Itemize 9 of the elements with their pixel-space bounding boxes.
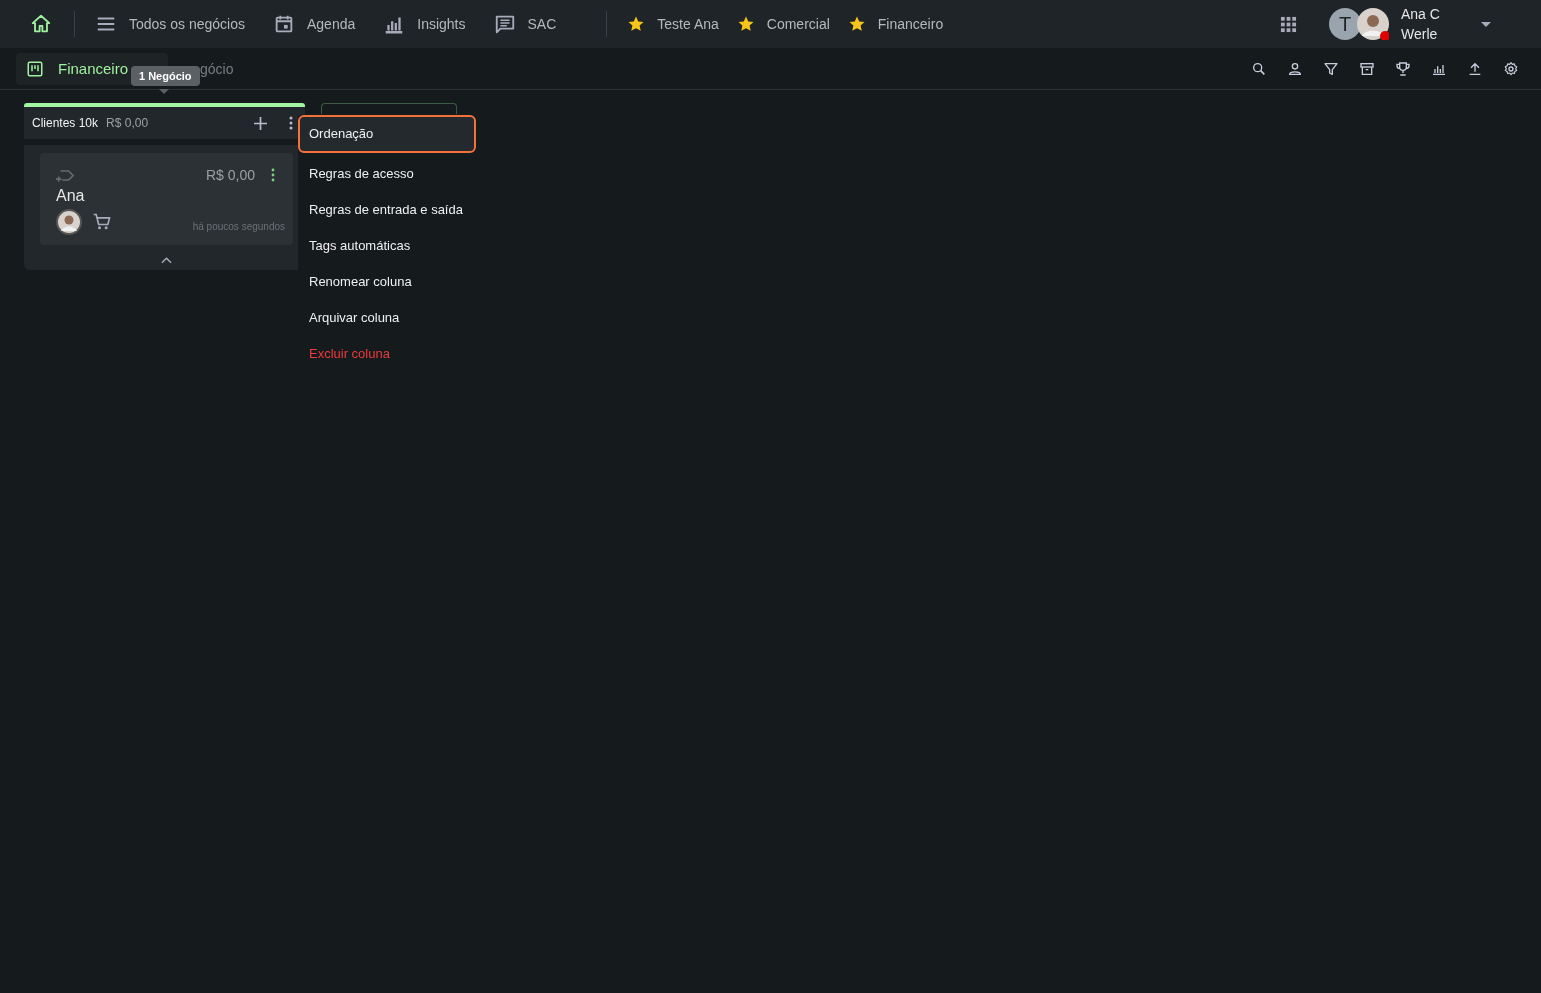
tooltip: 1 Negócio bbox=[131, 66, 200, 86]
deal-value: R$ 0,00 bbox=[205, 167, 255, 183]
deal-count-label: gócio bbox=[200, 60, 234, 77]
initial-avatar: T bbox=[1329, 8, 1361, 40]
deal-name: Ana bbox=[56, 187, 85, 205]
column-total: R$ 0,00 bbox=[106, 116, 149, 130]
user-name: Werle bbox=[1401, 25, 1439, 44]
user-name: Ana C bbox=[1401, 5, 1441, 24]
column-title: Clientes 10k bbox=[32, 116, 99, 130]
